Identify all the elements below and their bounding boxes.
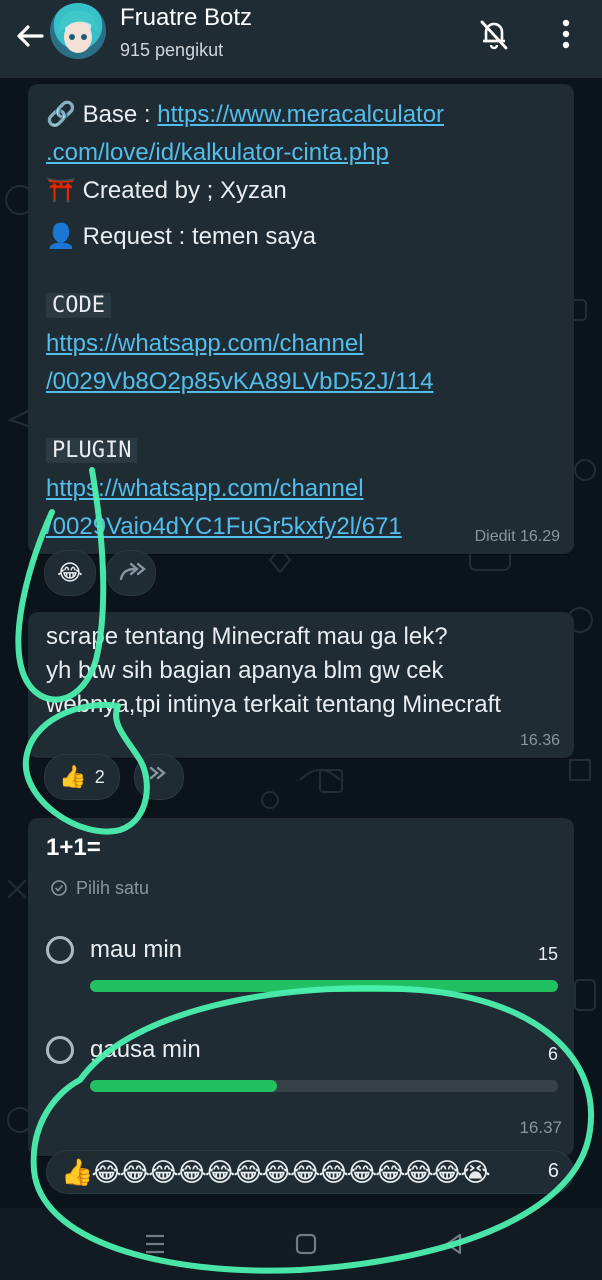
- vote-bar-track: [90, 1080, 558, 1092]
- home-icon[interactable]: [290, 1228, 322, 1260]
- message-line: scrape tentang Minecraft mau ga lek?: [46, 623, 448, 650]
- plugin-label: PLUGIN: [46, 438, 138, 463]
- base-label: Base :: [82, 101, 158, 128]
- laughing-emoji: 😂: [57, 560, 83, 585]
- reaction-count: 6: [547, 1160, 559, 1182]
- code-label: CODE: [46, 293, 111, 318]
- reaction-count: 2: [94, 766, 105, 787]
- reaction-pill[interactable]: 👍 2: [44, 754, 120, 800]
- option-label: gausa min: [90, 1036, 201, 1063]
- base-link[interactable]: https://www.meracalculator: [157, 101, 444, 128]
- channel-title[interactable]: Fruatre Botz: [120, 4, 252, 32]
- message-bubble-links[interactable]: 🔗 Base : https://www.meracalculator .com…: [28, 84, 574, 554]
- person-emoji: 👤: [46, 223, 76, 250]
- link-emoji: 🔗: [46, 101, 76, 128]
- chat-header: Fruatre Botz 915 pengikut: [0, 0, 602, 78]
- poll-question: 1+1=: [46, 834, 101, 861]
- base-link-continued[interactable]: .com/love/id/kalkulator-cinta.php: [46, 134, 566, 172]
- forward-icon[interactable]: [134, 754, 184, 800]
- back-triangle-icon[interactable]: [438, 1228, 470, 1260]
- poll-hint: Pilih satu: [76, 878, 150, 898]
- forward-icon[interactable]: [106, 550, 156, 596]
- menu-icon[interactable]: [140, 1228, 170, 1260]
- plugin-link[interactable]: https://whatsapp.com/channel: [46, 470, 566, 508]
- mute-bell-icon[interactable]: [474, 14, 514, 54]
- check-circle-icon: [51, 880, 67, 896]
- code-link[interactable]: https://whatsapp.com/channel: [46, 325, 566, 363]
- back-arrow-icon[interactable]: [12, 18, 48, 54]
- base-line: 🔗 Base : https://www.meracalculator: [46, 96, 566, 134]
- created-text: Created by ; Xyzan: [82, 177, 287, 204]
- more-vertical-icon[interactable]: [548, 14, 584, 54]
- message-line: webnya,tpi intinya terkait tentang Minec…: [46, 691, 501, 718]
- reaction-emojis: 👍😂😂😂😂😂😂😂😂😂😂😂😂😂😭: [61, 1156, 491, 1187]
- thumbs-up-emoji: 👍: [59, 764, 87, 789]
- message-time: 16.36: [519, 732, 560, 749]
- code-link-continued[interactable]: /0029Vb8O2p85vKA89LVbD52J/114: [46, 363, 566, 401]
- poll-time: 16.37: [519, 1118, 562, 1137]
- channel-avatar[interactable]: [50, 3, 106, 59]
- follower-count: 915 pengikut: [120, 40, 224, 60]
- message-bubble-text[interactable]: scrape tentang Minecraft mau ga lek? yh …: [28, 612, 574, 758]
- request-text: Request : temen saya: [82, 223, 317, 250]
- poll-reactions-pill[interactable]: 👍😂😂😂😂😂😂😂😂😂😂😂😂😂😭 6: [46, 1150, 574, 1194]
- option-label: mau min: [90, 936, 183, 963]
- message-line: yh btw sih bagian apanya blm gw cek: [46, 657, 444, 684]
- torii-emoji: ⛩️: [46, 177, 76, 204]
- poll-bubble: 1+1= Pilih satu mau min 15 gausa min 6 1…: [28, 818, 574, 1156]
- radio-button[interactable]: [46, 1036, 74, 1064]
- radio-button[interactable]: [46, 936, 74, 964]
- system-navbar: [0, 1208, 602, 1280]
- created-line: ⛩️ Created by ; Xyzan: [46, 172, 566, 210]
- request-line: 👤 Request : temen saya: [46, 218, 566, 256]
- vote-bar-fill: [90, 980, 558, 992]
- option-count: 15: [537, 944, 558, 964]
- option-count: 6: [547, 1044, 558, 1064]
- reaction-pill[interactable]: 😂: [44, 550, 96, 596]
- vote-bar-track: [90, 980, 558, 992]
- message-edited-time: Diedit 16.29: [474, 528, 560, 545]
- vote-bar-fill: [90, 1080, 278, 1092]
